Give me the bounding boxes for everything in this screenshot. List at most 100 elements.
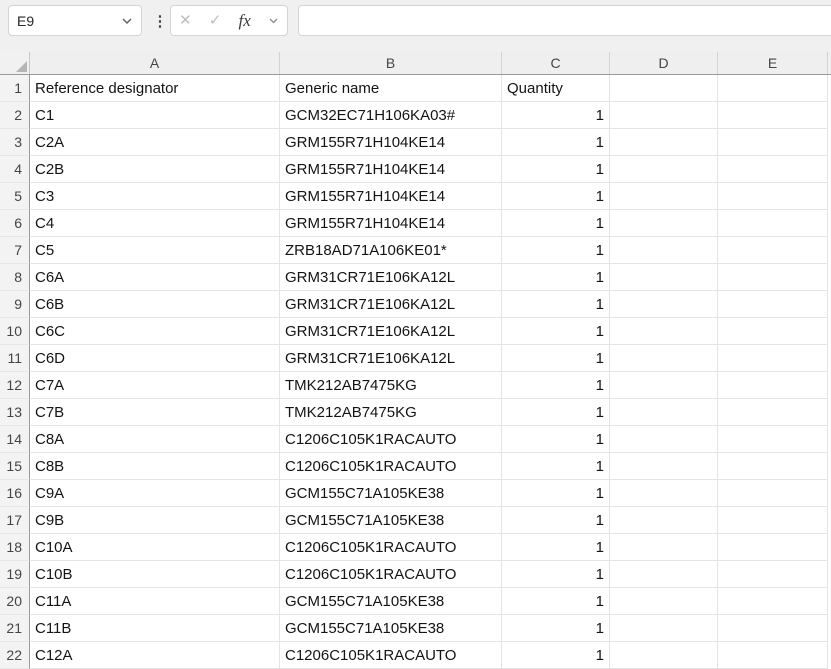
cell-d12[interactable] (610, 372, 718, 399)
row-header-10[interactable]: 10 (0, 318, 30, 345)
cell-e18[interactable] (718, 534, 828, 561)
row-header-15[interactable]: 15 (0, 453, 30, 480)
cell-c19[interactable]: 1 (502, 561, 610, 588)
row-header-9[interactable]: 9 (0, 291, 30, 318)
cell-c16[interactable]: 1 (502, 480, 610, 507)
cell-a17[interactable]: C9B (30, 507, 280, 534)
cell-d6[interactable] (610, 210, 718, 237)
cell-e2[interactable] (718, 102, 828, 129)
cell-e10[interactable] (718, 318, 828, 345)
cell-a6[interactable]: C4 (30, 210, 280, 237)
cell-e11[interactable] (718, 345, 828, 372)
cell-b13[interactable]: TMK212AB7475KG (280, 399, 502, 426)
cell-c2[interactable]: 1 (502, 102, 610, 129)
cell-c14[interactable]: 1 (502, 426, 610, 453)
cell-b17[interactable]: GCM155C71A105KE38 (280, 507, 502, 534)
cell-b14[interactable]: C1206C105K1RACAUTO (280, 426, 502, 453)
row-header-13[interactable]: 13 (0, 399, 30, 426)
row-header-11[interactable]: 11 (0, 345, 30, 372)
row-header-8[interactable]: 8 (0, 264, 30, 291)
cell-a15[interactable]: C8B (30, 453, 280, 480)
cell-d3[interactable] (610, 129, 718, 156)
enter-icon[interactable]: ✓ (209, 13, 222, 28)
cell-d11[interactable] (610, 345, 718, 372)
cell-c3[interactable]: 1 (502, 129, 610, 156)
cell-e12[interactable] (718, 372, 828, 399)
cell-e15[interactable] (718, 453, 828, 480)
formula-bar-input[interactable] (298, 5, 831, 36)
row-header-21[interactable]: 21 (0, 615, 30, 642)
cell-d1[interactable] (610, 75, 718, 102)
cell-a8[interactable]: C6A (30, 264, 280, 291)
cell-c17[interactable]: 1 (502, 507, 610, 534)
cell-c7[interactable]: 1 (502, 237, 610, 264)
row-header-6[interactable]: 6 (0, 210, 30, 237)
cell-e20[interactable] (718, 588, 828, 615)
cell-d19[interactable] (610, 561, 718, 588)
cell-c11[interactable]: 1 (502, 345, 610, 372)
cell-e7[interactable] (718, 237, 828, 264)
cell-b8[interactable]: GRM31CR71E106KA12L (280, 264, 502, 291)
select-all-button[interactable] (0, 52, 30, 74)
row-header-20[interactable]: 20 (0, 588, 30, 615)
cell-d7[interactable] (610, 237, 718, 264)
cell-a10[interactable]: C6C (30, 318, 280, 345)
cell-d2[interactable] (610, 102, 718, 129)
cell-a19[interactable]: C10B (30, 561, 280, 588)
cell-a4[interactable]: C2B (30, 156, 280, 183)
cell-a21[interactable]: C11B (30, 615, 280, 642)
cell-d10[interactable] (610, 318, 718, 345)
cell-e9[interactable] (718, 291, 828, 318)
column-header-b[interactable]: B (280, 52, 502, 74)
row-header-19[interactable]: 19 (0, 561, 30, 588)
cell-d9[interactable] (610, 291, 718, 318)
column-header-a[interactable]: A (30, 52, 280, 74)
cell-a2[interactable]: C1 (30, 102, 280, 129)
row-header-14[interactable]: 14 (0, 426, 30, 453)
cell-a18[interactable]: C10A (30, 534, 280, 561)
cell-a9[interactable]: C6B (30, 291, 280, 318)
cell-b9[interactable]: GRM31CR71E106KA12L (280, 291, 502, 318)
row-header-17[interactable]: 17 (0, 507, 30, 534)
cell-b18[interactable]: C1206C105K1RACAUTO (280, 534, 502, 561)
chevron-down-icon[interactable] (268, 17, 279, 25)
cell-d22[interactable] (610, 642, 718, 669)
cell-e21[interactable] (718, 615, 828, 642)
cell-c20[interactable]: 1 (502, 588, 610, 615)
column-header-c[interactable]: C (502, 52, 610, 74)
cell-e3[interactable] (718, 129, 828, 156)
cell-d8[interactable] (610, 264, 718, 291)
cell-c15[interactable]: 1 (502, 453, 610, 480)
cell-b4[interactable]: GRM155R71H104KE14 (280, 156, 502, 183)
cell-a7[interactable]: C5 (30, 237, 280, 264)
cell-c9[interactable]: 1 (502, 291, 610, 318)
row-header-4[interactable]: 4 (0, 156, 30, 183)
insert-function-button[interactable]: fx (239, 12, 251, 29)
cell-c21[interactable]: 1 (502, 615, 610, 642)
cell-d17[interactable] (610, 507, 718, 534)
cell-c8[interactable]: 1 (502, 264, 610, 291)
cell-e1[interactable] (718, 75, 828, 102)
cell-c6[interactable]: 1 (502, 210, 610, 237)
cell-c4[interactable]: 1 (502, 156, 610, 183)
cell-b22[interactable]: C1206C105K1RACAUTO (280, 642, 502, 669)
cell-e14[interactable] (718, 426, 828, 453)
cell-e6[interactable] (718, 210, 828, 237)
cell-c18[interactable]: 1 (502, 534, 610, 561)
cell-a13[interactable]: C7B (30, 399, 280, 426)
cell-d5[interactable] (610, 183, 718, 210)
cell-e4[interactable] (718, 156, 828, 183)
cell-d21[interactable] (610, 615, 718, 642)
cell-d4[interactable] (610, 156, 718, 183)
cell-b2[interactable]: GCM32EC71H106KA03# (280, 102, 502, 129)
cell-a22[interactable]: C12A (30, 642, 280, 669)
cell-e22[interactable] (718, 642, 828, 669)
cell-a12[interactable]: C7A (30, 372, 280, 399)
cell-a20[interactable]: C11A (30, 588, 280, 615)
cell-c10[interactable]: 1 (502, 318, 610, 345)
cell-b3[interactable]: GRM155R71H104KE14 (280, 129, 502, 156)
cell-b19[interactable]: C1206C105K1RACAUTO (280, 561, 502, 588)
cell-c13[interactable]: 1 (502, 399, 610, 426)
cell-a11[interactable]: C6D (30, 345, 280, 372)
cell-d13[interactable] (610, 399, 718, 426)
